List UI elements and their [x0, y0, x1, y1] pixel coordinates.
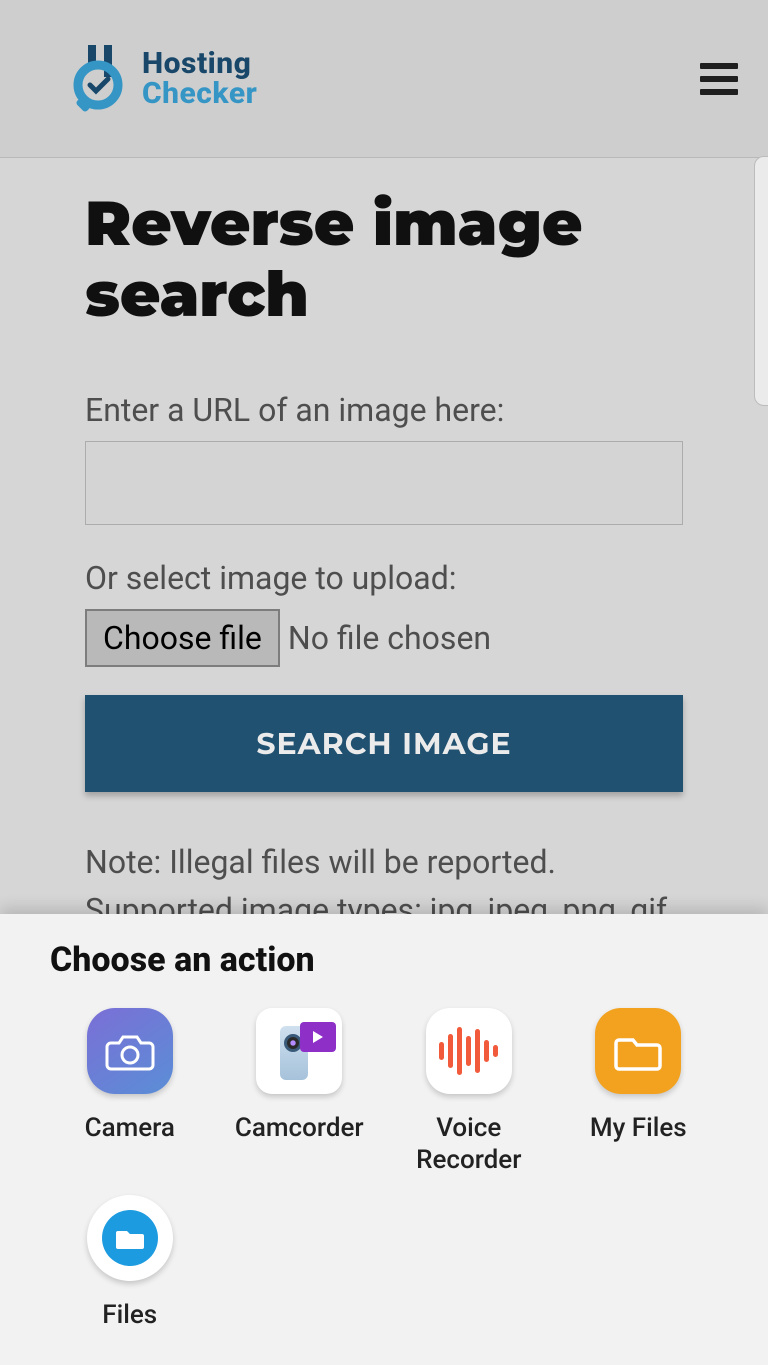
header: Hosting Checker — [0, 0, 768, 158]
action-sheet: Choose an action Camera Camcorder — [0, 914, 768, 1365]
logo-text-bottom: Checker — [142, 79, 257, 109]
action-label: Files — [102, 1299, 157, 1332]
camcorder-icon — [256, 1008, 342, 1094]
camera-icon — [87, 1008, 173, 1094]
action-label: My Files — [590, 1112, 687, 1145]
menu-icon[interactable] — [700, 63, 738, 95]
my-files-icon — [595, 1008, 681, 1094]
action-label: Voice Recorder — [389, 1112, 549, 1177]
action-camera[interactable]: Camera — [50, 1008, 210, 1177]
voice-recorder-icon — [426, 1008, 512, 1094]
logo-icon — [70, 41, 130, 117]
main-content: Reverse image search Enter a URL of an i… — [0, 158, 768, 934]
action-label: Camera — [85, 1112, 175, 1145]
action-voice-recorder[interactable]: Voice Recorder — [389, 1008, 549, 1177]
url-label: Enter a URL of an image here: — [85, 391, 683, 429]
url-input[interactable] — [85, 441, 683, 525]
file-status: No file chosen — [288, 619, 491, 657]
upload-label: Or select image to upload: — [85, 559, 683, 597]
action-label: Camcorder — [235, 1112, 364, 1145]
logo-text: Hosting Checker — [142, 49, 257, 109]
page-title: Reverse image search — [85, 188, 683, 331]
note-line-1: Note: Illegal files will be reported. — [85, 838, 683, 886]
action-files[interactable]: Files — [50, 1195, 210, 1332]
scrollbar[interactable] — [754, 156, 768, 406]
files-icon — [87, 1195, 173, 1281]
choose-file-button[interactable]: Choose file — [85, 609, 280, 667]
action-camcorder[interactable]: Camcorder — [220, 1008, 380, 1177]
logo[interactable]: Hosting Checker — [70, 41, 257, 117]
action-sheet-title: Choose an action — [50, 940, 718, 980]
logo-text-top: Hosting — [142, 49, 257, 79]
action-my-files[interactable]: My Files — [559, 1008, 719, 1177]
search-image-button[interactable]: SEARCH IMAGE — [85, 695, 683, 792]
